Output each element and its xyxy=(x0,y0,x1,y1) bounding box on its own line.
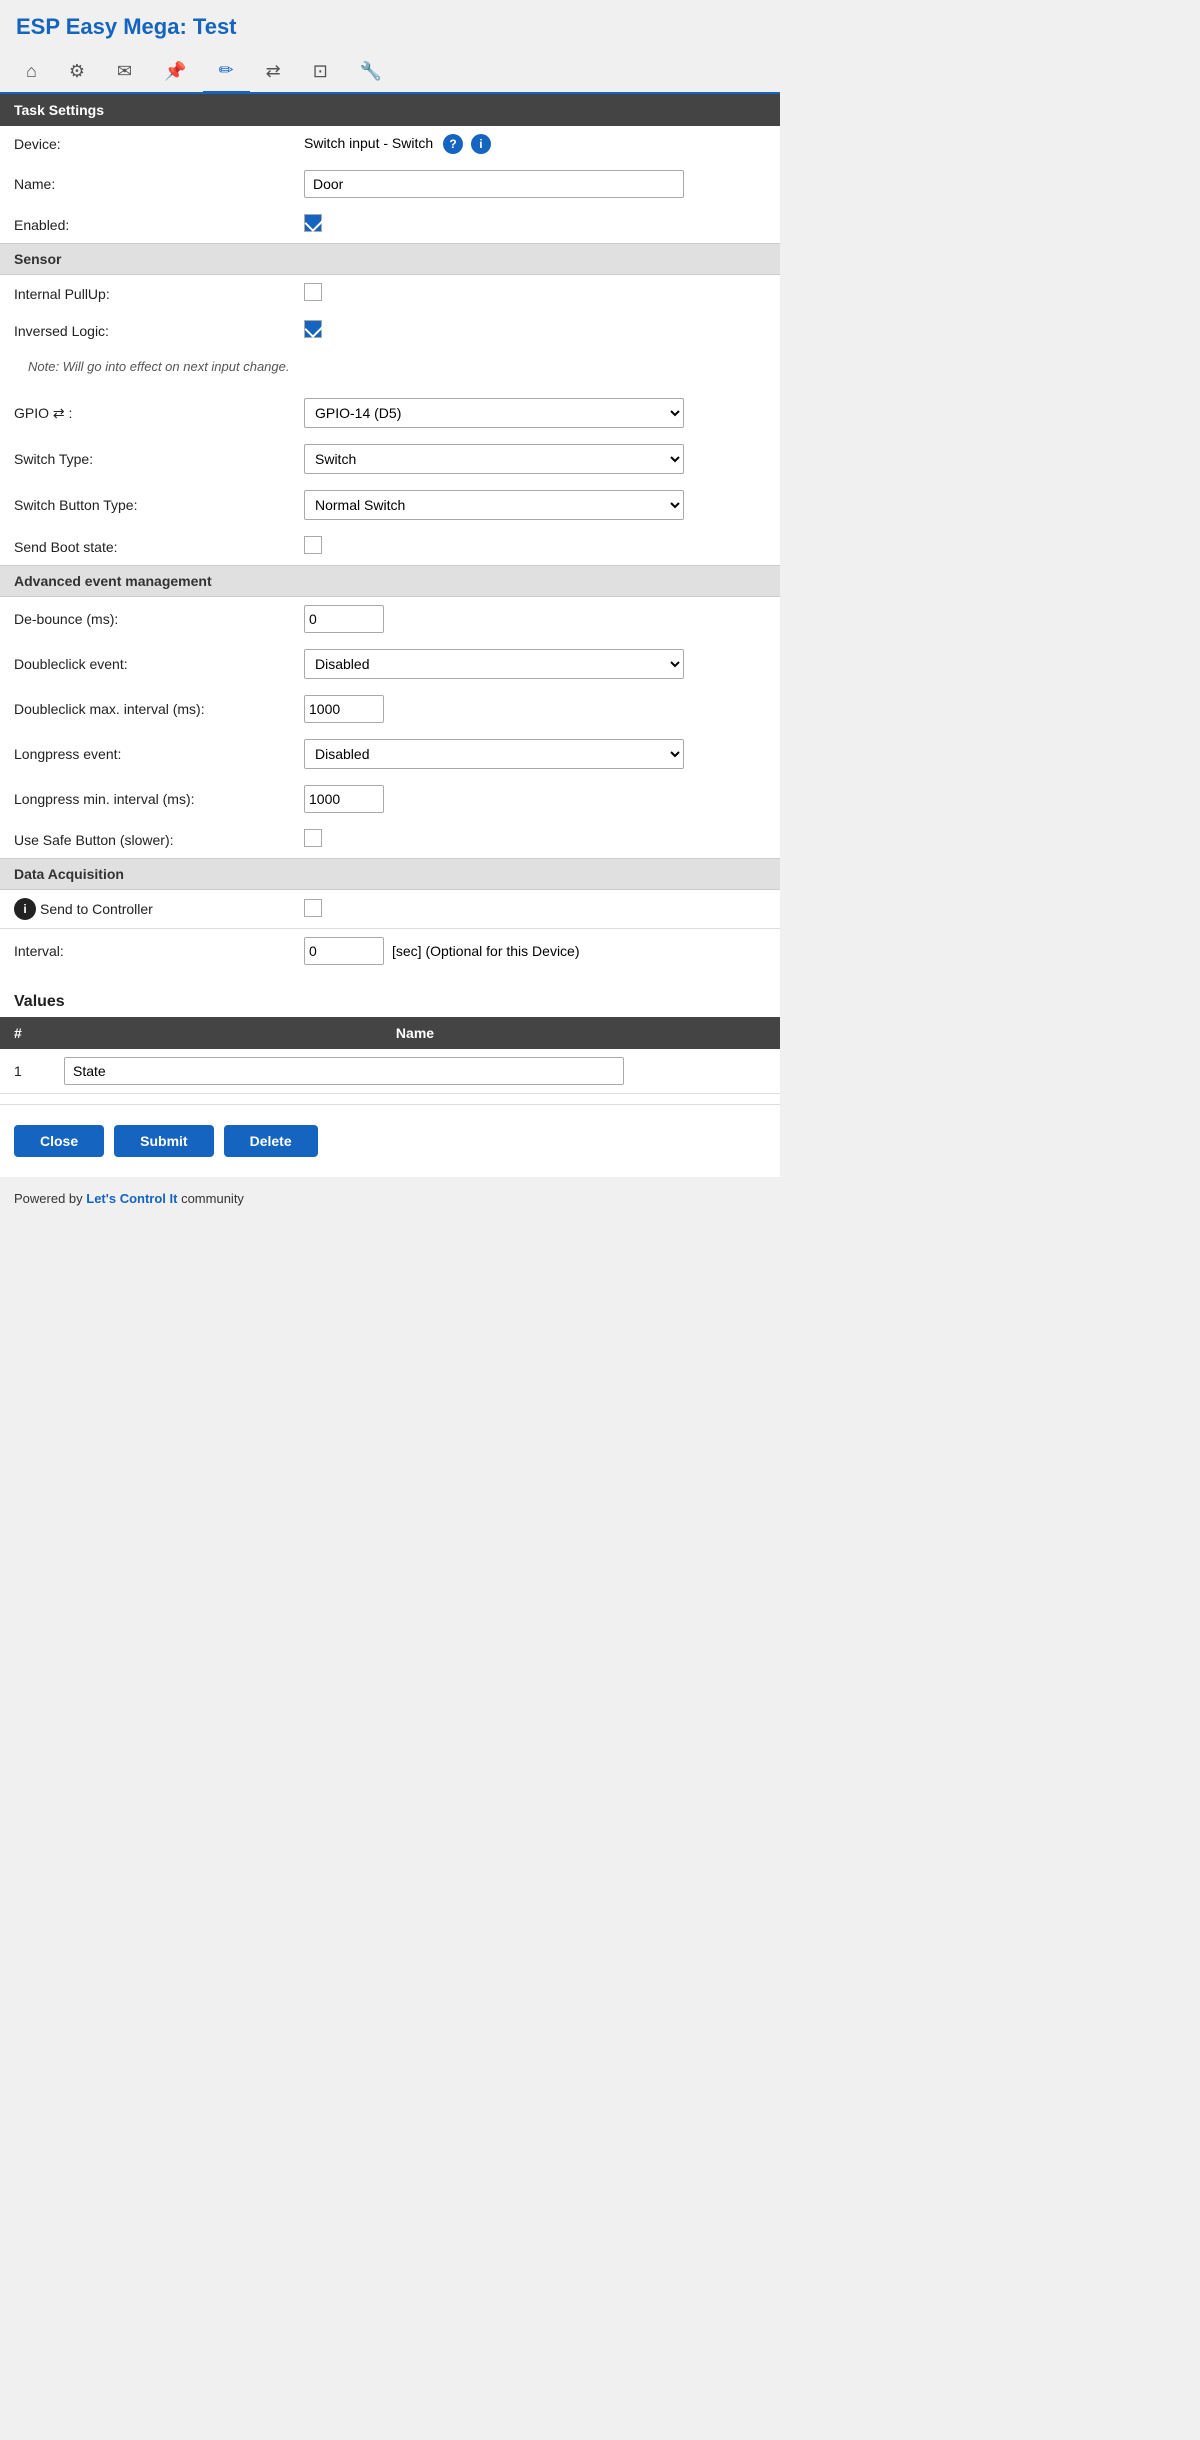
col-name: Name xyxy=(50,1017,780,1049)
state-input[interactable] xyxy=(64,1057,624,1085)
name-row: Name: xyxy=(0,162,780,206)
values-header-row: # Name xyxy=(0,1017,780,1049)
doubleclick-row: Doubleclick event: Disabled Low High Bot… xyxy=(0,641,780,687)
name-label: Name: xyxy=(0,162,290,206)
longpress-select[interactable]: Disabled Low High Both xyxy=(304,739,684,769)
inversed-logic-checkbox[interactable] xyxy=(304,320,322,338)
help-icon[interactable]: ? xyxy=(443,134,463,154)
send-to-controller-info-icon[interactable]: i xyxy=(14,898,36,920)
task-settings-header: Task Settings xyxy=(0,94,780,126)
safe-button-row: Use Safe Button (slower): xyxy=(0,821,780,858)
safe-button-checkbox[interactable] xyxy=(304,829,322,847)
enabled-label: Enabled: xyxy=(0,206,290,243)
inversed-logic-row: Inversed Logic: xyxy=(0,312,780,349)
debounce-label: De-bounce (ms): xyxy=(0,597,290,641)
switch-button-type-select[interactable]: Normal Switch Push Button Active Low Pus… xyxy=(304,490,684,520)
send-to-controller-row: i Send to Controller xyxy=(0,890,780,929)
home-nav[interactable]: ⌂ xyxy=(10,51,53,92)
switch-button-type-row: Switch Button Type: Normal Switch Push B… xyxy=(0,482,780,528)
arrows-nav[interactable]: ⇄ xyxy=(250,51,297,92)
safe-button-label: Use Safe Button (slower): xyxy=(0,821,290,858)
send-to-controller-checkbox[interactable] xyxy=(304,899,322,917)
inversed-logic-note: Note: Will go into effect on next input … xyxy=(14,357,766,382)
debounce-row: De-bounce (ms): xyxy=(0,597,780,641)
row-number: 1 xyxy=(0,1049,50,1094)
internal-pullup-checkbox[interactable] xyxy=(304,283,322,301)
internal-pullup-row: Internal PullUp: xyxy=(0,275,780,312)
nav-bar: ⌂ ⚙ ✉ 📌 ✏ ⇄ ⊡ 🔧 xyxy=(0,50,780,94)
wrench-nav[interactable]: 🔧 xyxy=(344,51,398,92)
send-boot-state-row: Send Boot state: xyxy=(0,528,780,565)
send-boot-state-label: Send Boot state: xyxy=(0,528,290,565)
info-icon[interactable]: i xyxy=(471,134,491,154)
device-label: Device: xyxy=(0,126,290,162)
switch-type-row: Switch Type: Switch Dimmer xyxy=(0,436,780,482)
send-boot-state-checkbox[interactable] xyxy=(304,536,322,554)
switch-type-label: Switch Type: xyxy=(0,436,290,482)
data-acquisition-table: i Send to Controller Interval: [sec] (Op… xyxy=(0,890,780,973)
close-button[interactable]: Close xyxy=(14,1125,104,1157)
task-settings-table: Device: Switch input - Switch ? i Name: … xyxy=(0,126,780,243)
gpio-label: GPIO ⇄ : xyxy=(0,390,290,436)
internal-pullup-label: Internal PullUp: xyxy=(0,275,290,312)
doubleclick-interval-row: Doubleclick max. interval (ms): xyxy=(0,687,780,731)
settings-nav[interactable]: ⚙ xyxy=(53,51,101,92)
envelope-nav[interactable]: ⊡ xyxy=(297,51,344,92)
interval-row: Interval: [sec] (Optional for this Devic… xyxy=(0,929,780,973)
footer-prefix: Powered by xyxy=(14,1191,86,1206)
gpio-select[interactable]: GPIO-14 (D5) GPIO-0 (D3) GPIO-4 (D2) GPI… xyxy=(304,398,684,428)
data-acquisition-header: Data Acquisition xyxy=(0,858,780,890)
values-section: Values # Name 1 xyxy=(0,973,780,1104)
plug-nav[interactable]: ✏ xyxy=(203,50,250,94)
gpio-row: GPIO ⇄ : GPIO-14 (D5) GPIO-0 (D3) GPIO-4… xyxy=(0,390,780,436)
pin-nav[interactable]: 📌 xyxy=(148,51,202,92)
doubleclick-select[interactable]: Disabled Low High Both xyxy=(304,649,684,679)
table-row: 1 xyxy=(0,1049,780,1094)
send-to-controller-label: Send to Controller xyxy=(40,901,153,917)
interval-suffix: [sec] (Optional for this Device) xyxy=(392,943,580,959)
enabled-row: Enabled: xyxy=(0,206,780,243)
footer-link[interactable]: Let's Control It xyxy=(86,1191,177,1206)
note-row: Note: Will go into effect on next input … xyxy=(0,349,780,390)
advanced-header: Advanced event management xyxy=(0,565,780,597)
doubleclick-interval-input[interactable] xyxy=(304,695,384,723)
debounce-input[interactable] xyxy=(304,605,384,633)
chat-nav[interactable]: ✉ xyxy=(101,51,148,92)
interval-label: Interval: xyxy=(0,929,290,973)
page-title: ESP Easy Mega: Test xyxy=(0,0,780,50)
col-hash: # xyxy=(0,1017,50,1049)
footer: Powered by Let's Control It community xyxy=(0,1177,780,1220)
sensor-table: Internal PullUp: Inversed Logic: Note: W… xyxy=(0,275,780,565)
values-title: Values xyxy=(0,983,780,1017)
name-input[interactable] xyxy=(304,170,684,198)
device-row: Device: Switch input - Switch ? i xyxy=(0,126,780,162)
inversed-logic-label: Inversed Logic: xyxy=(0,312,290,349)
doubleclick-interval-label: Doubleclick max. interval (ms): xyxy=(0,687,290,731)
values-table: # Name 1 xyxy=(0,1017,780,1094)
submit-button[interactable]: Submit xyxy=(114,1125,213,1157)
longpress-row: Longpress event: Disabled Low High Both xyxy=(0,731,780,777)
sensor-header: Sensor xyxy=(0,243,780,275)
enabled-checkbox[interactable] xyxy=(304,214,322,232)
device-value: Switch input - Switch xyxy=(304,135,433,151)
longpress-interval-label: Longpress min. interval (ms): xyxy=(0,777,290,821)
longpress-label: Longpress event: xyxy=(0,731,290,777)
doubleclick-label: Doubleclick event: xyxy=(0,641,290,687)
button-row: Close Submit Delete xyxy=(0,1104,780,1177)
advanced-table: De-bounce (ms): Doubleclick event: Disab… xyxy=(0,597,780,858)
delete-button[interactable]: Delete xyxy=(224,1125,318,1157)
switch-button-type-label: Switch Button Type: xyxy=(0,482,290,528)
longpress-interval-input[interactable] xyxy=(304,785,384,813)
footer-suffix: community xyxy=(177,1191,243,1206)
interval-input[interactable] xyxy=(304,937,384,965)
switch-type-select[interactable]: Switch Dimmer xyxy=(304,444,684,474)
longpress-interval-row: Longpress min. interval (ms): xyxy=(0,777,780,821)
